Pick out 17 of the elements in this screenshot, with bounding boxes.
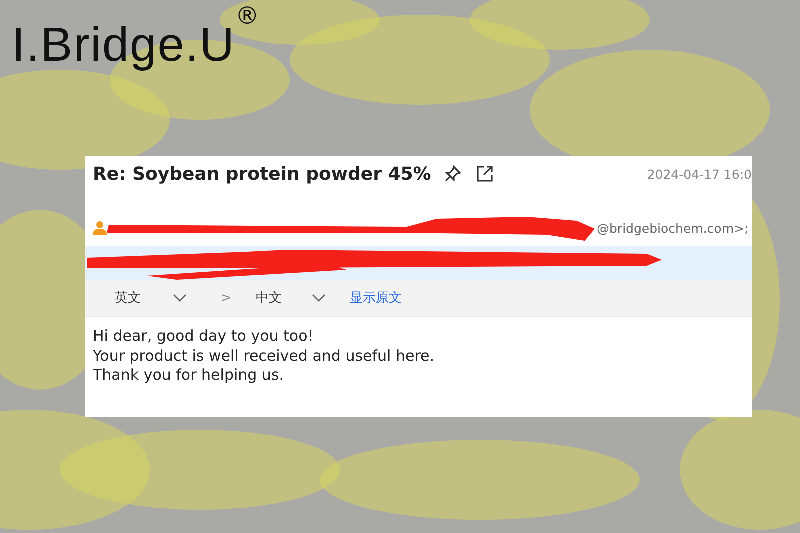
message-line: Thank you for helping us. bbox=[93, 366, 286, 386]
target-language[interactable]: 中文 bbox=[256, 289, 282, 307]
open-window-icon[interactable] bbox=[475, 164, 496, 184]
show-original-link[interactable]: 显示原文 bbox=[350, 289, 402, 307]
chevron-down-icon[interactable] bbox=[173, 293, 187, 303]
message-line: Your product is well received and useful here. bbox=[93, 346, 436, 366]
pin-icon[interactable] bbox=[443, 164, 464, 184]
sender-address: @bridgebiochem.com>; bbox=[597, 220, 749, 236]
logo: I.Bridge.U bbox=[12, 18, 236, 74]
email-subject: Re: Soybean protein powder 45% bbox=[93, 164, 432, 184]
person-icon bbox=[93, 221, 107, 235]
registered-mark: ® bbox=[235, 2, 260, 30]
message-line: Hi dear, good day to you too! bbox=[93, 327, 315, 346]
chevron-down-icon[interactable] bbox=[312, 293, 326, 303]
email-date: 2024-04-17 16:0 bbox=[647, 166, 752, 182]
arrow-separator: > bbox=[221, 290, 232, 306]
source-language[interactable]: 英文 bbox=[115, 289, 141, 307]
